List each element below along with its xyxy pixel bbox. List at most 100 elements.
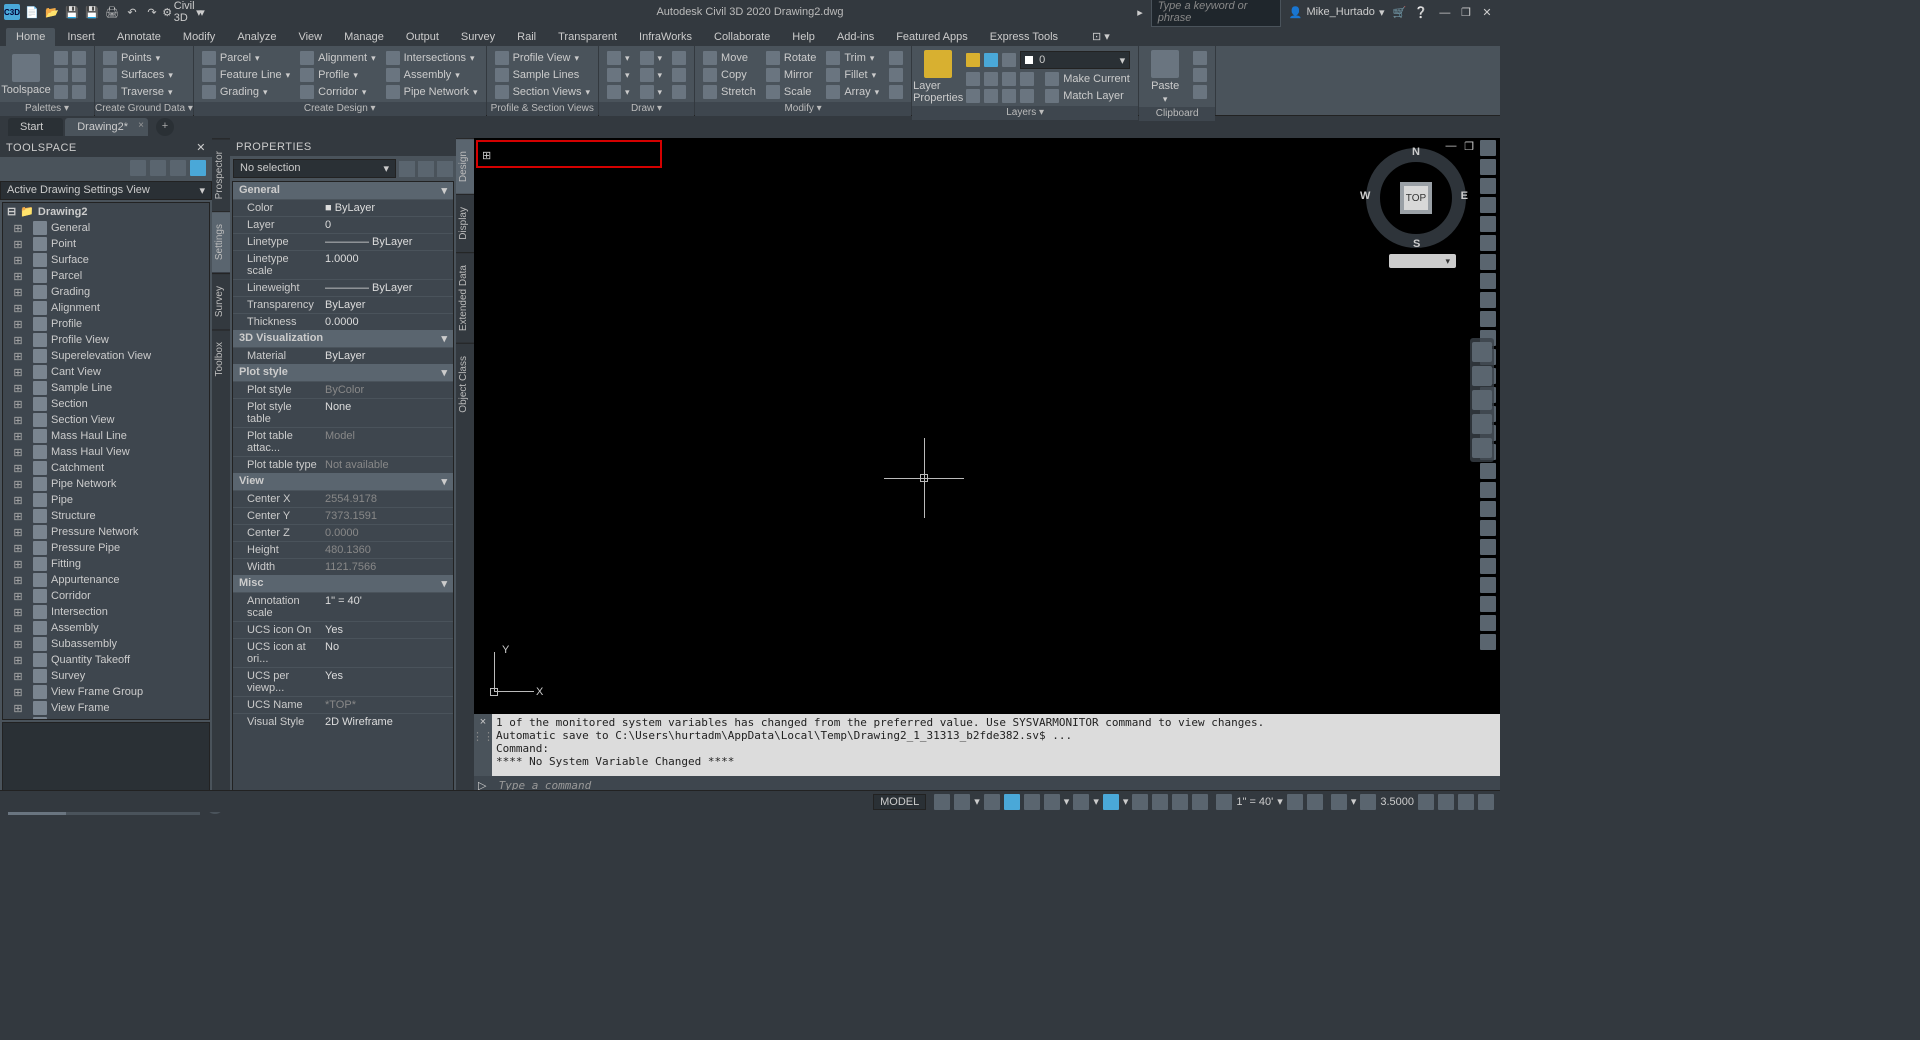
close-tab-icon[interactable]: × [138,120,144,131]
property-row[interactable]: Linetype scale1.0000 [233,250,453,279]
expand-icon[interactable]: ⊞ [13,558,23,571]
tab-object-class[interactable]: Object Class [456,343,474,425]
close-icon[interactable]: ✕ [1478,6,1496,19]
ribbon-tab-manage[interactable]: Manage [334,28,394,46]
orbit-icon[interactable] [1472,414,1492,434]
property-row[interactable]: Center X2554.9178 [233,490,453,507]
scale-readout[interactable]: 1" = 40' [1236,796,1273,808]
expand-icon[interactable]: ⊞ [13,718,23,721]
expand-icon[interactable]: ⊞ [13,686,23,699]
tab-survey[interactable]: Survey [212,273,230,329]
rt-9[interactable] [1480,292,1496,308]
ribbon-tab-collaborate[interactable]: Collaborate [704,28,780,46]
viewcube-east[interactable]: E [1461,190,1468,202]
match-layer-button[interactable]: Match Layer [962,88,1134,104]
snap-icon[interactable] [954,794,970,810]
ts-btn-3[interactable] [170,160,186,176]
profileview-dropdown[interactable]: Profile View ▾ [491,50,594,66]
grading-dropdown[interactable]: Grading ▾ [198,84,294,100]
toolspace-view-dropdown[interactable]: Active Drawing Settings View▾ [0,181,212,200]
tab-prospector[interactable]: Prospector [212,138,230,211]
ribbon-tab-addins[interactable]: Add-ins [827,28,884,46]
nurbs-button[interactable]: ▾ [603,84,634,100]
app-menu-icon[interactable]: C3D [4,4,20,20]
tree-item[interactable]: ⊞Intersection [3,604,209,620]
sectionviews-dropdown[interactable]: Section Views ▾ [491,84,594,100]
qat-more-icon[interactable]: ▾ [194,4,210,20]
tree-item[interactable]: ⊞Section [3,396,209,412]
lineweight-icon[interactable] [1172,794,1188,810]
customize-icon[interactable] [1478,794,1494,810]
expand-icon[interactable]: ⊞ [13,446,23,459]
rt-4[interactable] [1480,197,1496,213]
cmd-close-icon[interactable]: × [480,716,486,728]
expand-icon[interactable]: ⊞ [13,478,23,491]
rt-23[interactable] [1480,558,1496,574]
isodraft-icon[interactable] [1073,794,1089,810]
layer-state-icons[interactable]: 0▾ [962,50,1134,70]
tree-item[interactable]: ⊞Structure [3,508,209,524]
hardware-accel-icon[interactable] [1418,794,1434,810]
line-button[interactable]: ▾ [603,50,634,66]
panel-label-ground[interactable]: Create Ground Data ▾ [95,102,193,116]
expand-icon[interactable]: ⊞ [13,670,23,683]
property-row[interactable]: Visual Style2D Wireframe [233,713,453,730]
ribbon-tab-express-tools[interactable]: Express Tools [980,28,1068,46]
tree-item[interactable]: ⊞General [3,220,209,236]
rect-button[interactable]: ▾ [636,84,667,100]
ribbon-tab-analyze[interactable]: Analyze [227,28,286,46]
expand-icon[interactable]: ⊞ [13,590,23,603]
expand-icon[interactable]: ⊞ [13,510,23,523]
matchprop-button[interactable] [1189,84,1211,100]
tree-item[interactable]: ⊞Alignment [3,300,209,316]
property-row[interactable]: Plot table attac...Model [233,427,453,456]
property-row[interactable]: UCS icon at ori...No [233,638,453,667]
ribbon-tab-modify[interactable]: Modify [173,28,225,46]
showmotion-icon[interactable] [1472,438,1492,458]
expand-icon[interactable]: ⊞ [13,366,23,379]
property-group-header[interactable]: Misc▾ [233,575,453,592]
draw-misc-2[interactable] [668,67,690,83]
quickselect-icon[interactable] [399,161,415,177]
rt-25[interactable] [1480,596,1496,612]
collapse-icon[interactable]: ⊟ [7,205,16,218]
rt-2[interactable] [1480,159,1496,175]
property-row[interactable]: Plot table typeNot available [233,456,453,473]
expand-icon[interactable]: ⊞ [13,414,23,427]
open-icon[interactable]: 📂 [44,4,60,20]
paste-button[interactable]: Paste ▾ [1143,50,1187,105]
ribbon-tab-view[interactable]: View [288,28,332,46]
modify-misc-3[interactable] [885,84,907,100]
search-arrow-icon[interactable]: ▸ [1137,6,1143,19]
tree-item[interactable]: ⊞Quantity Takeoff [3,652,209,668]
annotation-monitor-icon[interactable] [1360,794,1376,810]
expand-icon[interactable]: ⊞ [13,382,23,395]
property-row[interactable]: MaterialByLayer [233,347,453,364]
layer-properties-button[interactable]: Layer Properties [916,50,960,104]
tab-display[interactable]: Display [456,194,474,252]
tree-item[interactable]: ⊞Parcel [3,268,209,284]
trim-button[interactable]: Trim ▾ [822,50,883,66]
surfaces-dropdown[interactable]: Surfaces ▾ [99,67,177,83]
expand-icon[interactable]: ⊞ [13,286,23,299]
make-current-button[interactable]: Make Current [962,71,1134,87]
mirror-button[interactable]: Mirror [762,67,820,83]
viewcube-west[interactable]: W [1360,190,1370,202]
expand-icon[interactable]: ⊞ [13,702,23,715]
copy-button[interactable]: Copy [699,67,760,83]
save-icon[interactable]: 💾 [64,4,80,20]
tree-item[interactable]: ⊞Sample Line [3,380,209,396]
tree-item[interactable]: ⊞Surface [3,252,209,268]
expand-icon[interactable]: ⊞ [13,430,23,443]
property-row[interactable]: Center Z0.0000 [233,524,453,541]
tab-design[interactable]: Design [456,138,474,194]
tree-item[interactable]: ⊞Survey [3,668,209,684]
expand-icon[interactable]: ⊞ [13,638,23,651]
navigation-bar[interactable] [1470,338,1494,462]
intersections-dropdown[interactable]: Intersections ▾ [382,50,482,66]
property-row[interactable]: Thickness0.0000 [233,313,453,330]
property-row[interactable]: UCS icon OnYes [233,621,453,638]
palette-btn-2[interactable] [50,67,90,83]
toolspace-close-icon[interactable]: ✕ [196,141,206,154]
expand-icon[interactable]: ⊞ [13,222,23,235]
